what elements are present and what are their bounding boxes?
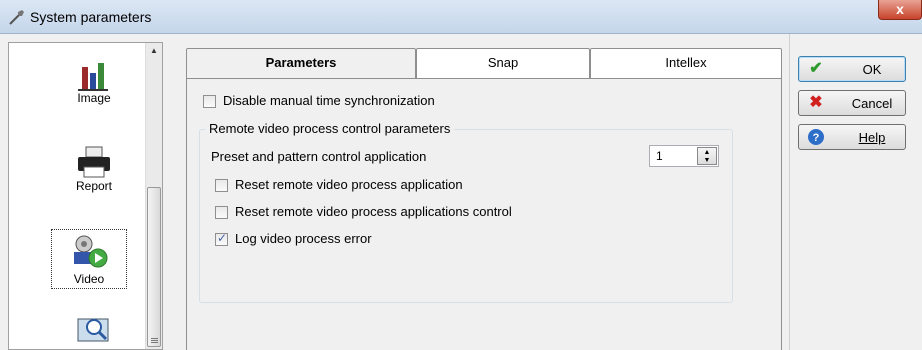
sidebar-item-label: Image [77,91,111,105]
reset-control-checkbox[interactable] [215,206,228,219]
wrench-icon [9,10,24,25]
tab-parameters[interactable]: Parameters [186,48,416,79]
svg-text:?: ? [813,132,820,144]
close-button[interactable]: x [878,0,922,20]
tab-snap[interactable]: Snap [416,48,590,78]
preset-label: Preset and pattern control application [211,149,427,164]
check-mark-icon: ✓ [217,231,228,245]
scroll-thumb[interactable] [147,187,161,347]
ok-label: OK [862,62,882,77]
scroll-up-arrow[interactable]: ▲ [146,43,162,59]
printer-icon [78,146,110,178]
cancel-label: Cancel [851,96,893,111]
ok-button[interactable]: ✔ OK [798,56,906,82]
tab-bar: Parameters Snap Intellex [186,48,782,79]
magnifier-screen-icon [77,318,109,342]
help-button[interactable]: ? Help [798,124,906,150]
reset-app-label: Reset remote video process application [235,177,463,192]
bar-chart-icon [78,63,108,91]
tab-intellex[interactable]: Intellex [590,48,782,78]
sidebar-item-report[interactable]: Report [29,145,159,193]
x-mark-icon: ✖ [809,94,823,111]
action-buttons: ✔ OK ✖ Cancel ? Help [789,34,922,350]
cancel-button[interactable]: ✖ Cancel [798,90,906,116]
sidebar-item-label: Report [75,179,113,193]
help-label: Help [858,130,886,145]
sidebar-item-image[interactable]: Image [29,57,159,105]
group-title: Remote video process control parameters [205,121,455,136]
sidebar-scrollbar[interactable]: ▲ [145,43,162,349]
log-error-label: Log video process error [235,231,372,246]
help-icon: ? [807,128,825,146]
preset-stepper[interactable]: 1 ▲ ▼ [649,145,719,167]
sidebar-item-label: Video [73,272,105,286]
preset-value: 1 [656,149,663,163]
video-camera-icon [74,235,108,268]
category-list: Image Report Video ▲ [8,42,163,350]
title-bar: System parameters x [0,0,922,34]
window-title: System parameters [30,9,152,25]
reset-app-checkbox[interactable] [215,179,228,192]
dialog-body: Image Report Video ▲ Parameters Snap Int… [0,34,922,350]
reset-control-label: Reset remote video process applications … [235,204,512,219]
sidebar-item-search[interactable] [29,313,159,347]
log-error-checkbox[interactable]: ✓ [215,231,228,246]
parameters-panel: Disable manual time synchronization Remo… [186,78,782,350]
stepper-buttons[interactable]: ▲ ▼ [697,147,717,165]
disable-time-sync-checkbox[interactable] [203,95,216,108]
stepper-up-icon[interactable]: ▲ [698,149,716,157]
stepper-down-icon[interactable]: ▼ [698,157,716,165]
sidebar-item-video[interactable]: Video [51,229,127,289]
checkmark-icon: ✔ [809,60,823,77]
disable-time-sync-label: Disable manual time synchronization [223,93,435,108]
